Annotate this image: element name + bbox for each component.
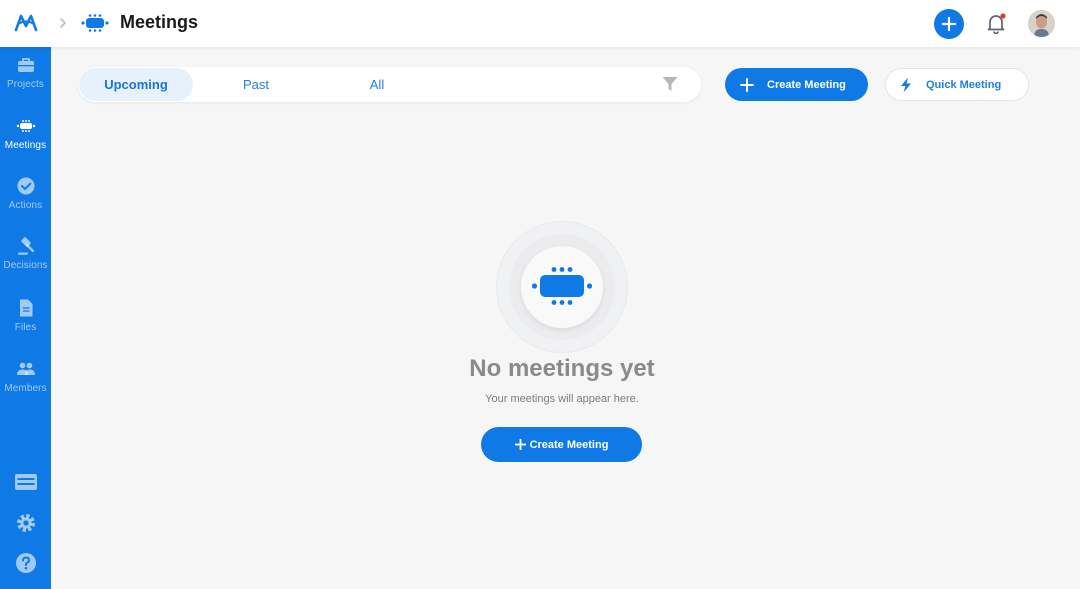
sidebar-item-members[interactable]: Members <box>0 351 51 407</box>
empty-state-title: No meetings yet <box>469 355 655 382</box>
help-icon <box>16 553 36 573</box>
add-button[interactable] <box>934 9 964 39</box>
sidebar-item-files[interactable]: Files <box>0 290 51 346</box>
avatar[interactable] <box>1028 10 1055 37</box>
settings-button[interactable] <box>13 511 39 535</box>
briefcase-icon <box>17 58 34 72</box>
meeting-table-icon <box>16 120 35 132</box>
tab-past[interactable]: Past <box>199 68 313 101</box>
top-bar: Meetings <box>0 0 1080 47</box>
page-title: Meetings <box>120 12 199 32</box>
sidebar-item-label: Files <box>14 322 37 333</box>
plus-icon <box>740 77 754 92</box>
app-logo[interactable] <box>14 12 38 34</box>
sidebar-item-label: Projects <box>7 79 44 90</box>
tab-upcoming[interactable]: Upcoming <box>79 68 193 101</box>
empty-create-meeting-label: Create Meeting <box>529 438 609 451</box>
settings-icon <box>17 514 35 532</box>
plus-icon <box>942 17 956 31</box>
sidebar-item-label: Decisions <box>3 260 48 271</box>
meeting-filter-bar: Upcoming Past All <box>78 67 701 102</box>
tab-all[interactable]: All <box>320 68 434 101</box>
gavel-icon <box>17 237 34 255</box>
check-circle-icon <box>17 177 34 195</box>
chevron-right-icon <box>60 18 67 28</box>
sidebar-item-label: Members <box>4 383 47 394</box>
sidebar-item-actions[interactable]: Actions <box>0 168 51 224</box>
quick-meeting-label: Quick Meeting <box>926 78 1002 91</box>
sidebar-item-label: Actions <box>8 200 43 211</box>
meeting-table-icon <box>81 14 109 32</box>
sidebar-item-decisions[interactable]: Decisions <box>0 228 51 284</box>
plus-icon <box>514 439 526 450</box>
sidebar-item-meetings[interactable]: Meetings <box>0 108 51 164</box>
people-icon <box>16 362 35 375</box>
quick-meeting-button[interactable]: Quick Meeting <box>885 68 1029 101</box>
sidebar-item-projects[interactable]: Projects <box>0 47 51 103</box>
bell-icon[interactable] <box>986 13 1006 34</box>
sidebar: Projects Meetings Actions Decisions File… <box>0 47 51 589</box>
help-button[interactable] <box>13 551 39 575</box>
keyboard-icon <box>15 474 37 490</box>
file-icon <box>19 299 32 317</box>
keyboard-button[interactable] <box>13 470 39 494</box>
meeting-table-icon <box>531 267 593 305</box>
create-meeting-button[interactable]: Create Meeting <box>725 68 868 101</box>
empty-create-meeting-button[interactable]: Create Meeting <box>481 427 642 462</box>
sidebar-item-label: Meetings <box>4 140 47 151</box>
create-meeting-label: Create Meeting <box>767 78 846 91</box>
funnel-icon[interactable] <box>662 76 678 92</box>
empty-state-subtitle: Your meetings will appear here. <box>485 393 639 405</box>
lightning-icon <box>901 77 911 92</box>
